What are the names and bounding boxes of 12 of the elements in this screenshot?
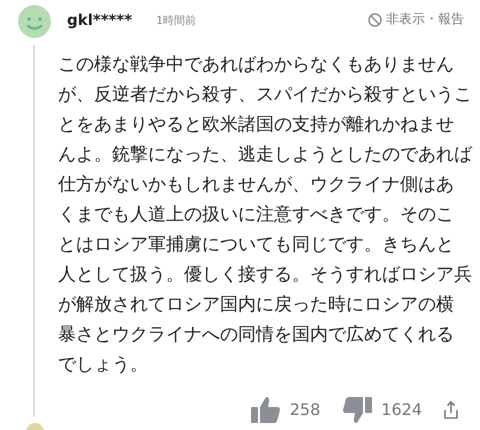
thumbs-down-icon <box>342 396 372 424</box>
hide-icon[interactable] <box>368 12 382 27</box>
hide-report-link[interactable]: 非表示・報告 <box>386 10 464 30</box>
timestamp: 1時間前 <box>156 13 196 29</box>
share-icon[interactable] <box>444 401 458 419</box>
avatar-icon <box>26 423 44 430</box>
username[interactable]: gkl***** <box>67 9 132 32</box>
avatar-icon <box>18 5 51 38</box>
dislike-button[interactable]: 1624 <box>342 396 422 424</box>
comment-text: この様な戦争中であればわからなくもありません が、反逆者だから殺す、スパイだから殺すというこ とをあまりやると欧米諸国の支持が離れかねませ んよ。銃撃になった、逃走しようとしたのであれば 仕方がないかもしれませんが、ウクライナ側はあ くまでも人道上の扱いに注意すべきです。そのこ とはロシア軍捕虜についても同じです。きちんと 人として扱う。優しく接する。そうすればロシア兵 が解放されてロシア国内に戻った時にロシアの横 暴さとウクライナへの同情を国内で広めてくれる でしょう。 <box>58 53 473 377</box>
thumbs-up-icon <box>250 396 281 424</box>
like-button[interactable]: 258 <box>250 396 320 424</box>
